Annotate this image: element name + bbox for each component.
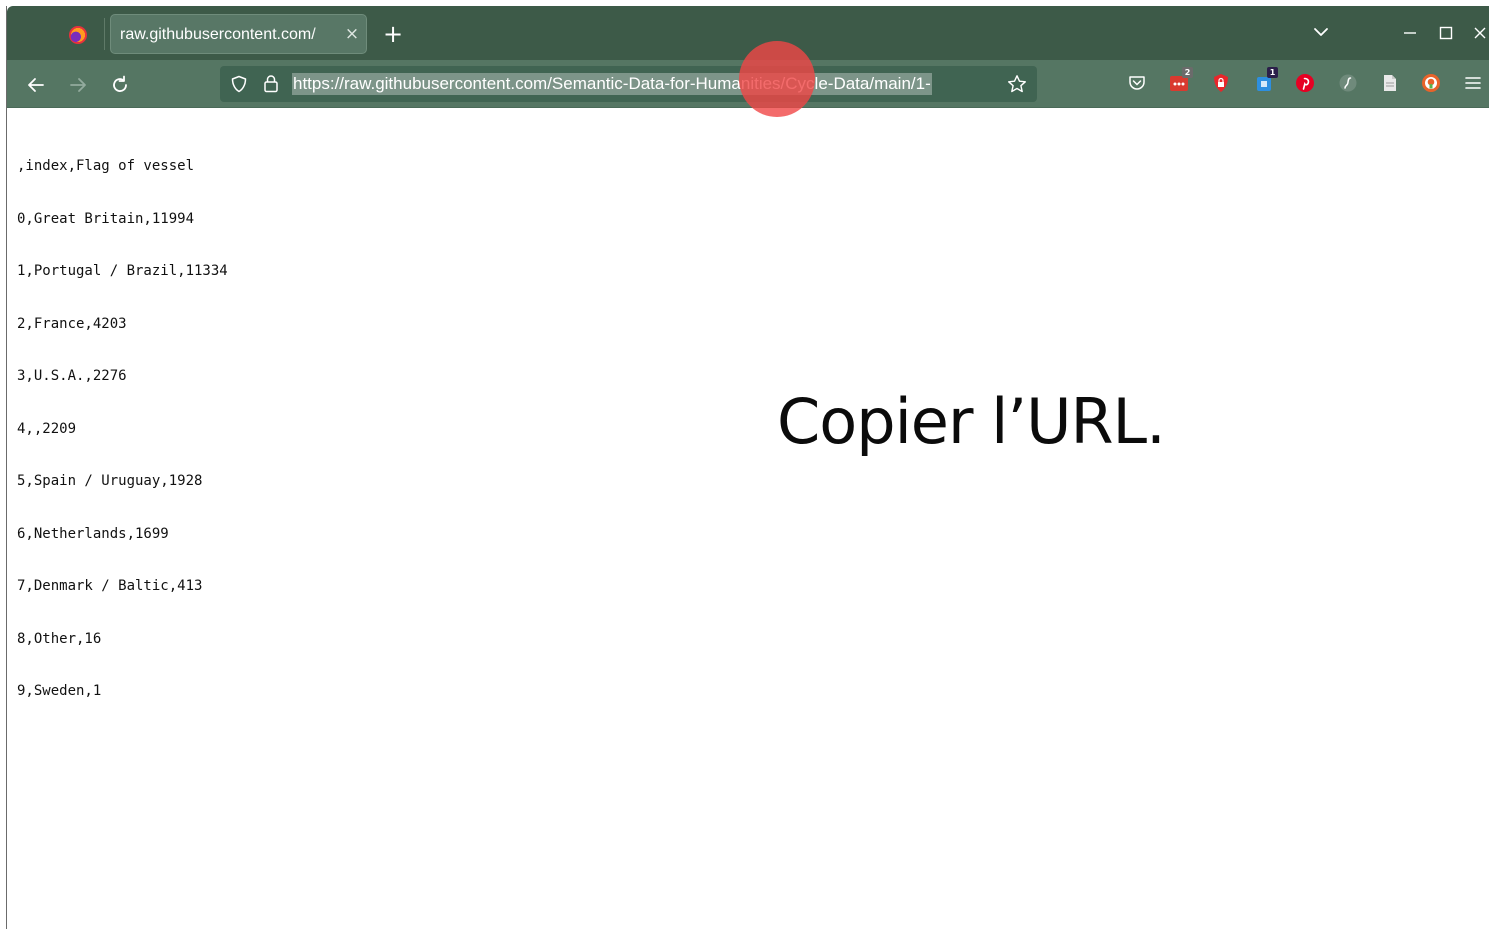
minimize-icon[interactable]	[1402, 25, 1418, 41]
bookmark-extension-icon[interactable]: 1	[1254, 67, 1278, 93]
url-text-container: https://raw.githubusercontent.com/Semant…	[292, 73, 1000, 97]
tab-title: raw.githubusercontent.com/	[120, 26, 316, 43]
maximize-icon[interactable]	[1438, 25, 1454, 41]
window-close-icon[interactable]	[1472, 25, 1488, 41]
shield-icon[interactable]	[230, 75, 248, 93]
pocket-icon[interactable]	[1127, 73, 1147, 93]
csv-line: 3,U.S.A.,2276	[17, 368, 127, 384]
lock-icon[interactable]	[263, 74, 279, 93]
csv-line: 9,Sweden,1	[17, 683, 102, 699]
browser-window: raw.githubusercontent.com/ × + https://r…	[6, 6, 1489, 929]
dots-extension-badge: 2	[1182, 67, 1193, 78]
bookmark-star-icon[interactable]	[1007, 74, 1027, 94]
script-extension-icon[interactable]	[1338, 73, 1358, 93]
reader-view-icon[interactable]	[1380, 73, 1400, 93]
lock-extension-icon[interactable]	[1211, 73, 1231, 93]
forward-arrow-icon[interactable]	[67, 74, 89, 96]
csv-line: ,index,Flag of vessel	[17, 158, 195, 174]
duckduckgo-icon[interactable]	[1421, 73, 1441, 93]
click-indicator	[739, 41, 815, 117]
csv-line: 4,,2209	[17, 420, 77, 437]
csv-line: 0,Great Britain,11994	[17, 210, 195, 227]
tab-close-icon[interactable]: ×	[342, 23, 362, 45]
pinterest-icon[interactable]	[1295, 73, 1315, 93]
new-tab-button[interactable]: +	[381, 21, 405, 47]
chevron-down-icon[interactable]	[1312, 23, 1330, 41]
firefox-icon[interactable]	[69, 26, 87, 44]
raw-csv-content: ,index,Flag of vessel 0,Great Britain,11…	[17, 123, 617, 736]
csv-line: 5,Spain / Uruguay,1928	[17, 473, 203, 489]
url-bar[interactable]: https://raw.githubusercontent.com/Semant…	[220, 66, 1037, 102]
tab-separator	[104, 18, 105, 50]
reload-icon[interactable]	[109, 74, 131, 96]
screen: raw.githubusercontent.com/ × + https://r…	[0, 0, 1489, 929]
csv-line: 7,Denmark / Baltic,413	[17, 578, 203, 594]
menu-icon[interactable]	[1463, 73, 1483, 93]
tutorial-caption: Copier l’URL.	[777, 385, 1166, 458]
tab-active[interactable]: raw.githubusercontent.com/ ×	[110, 14, 367, 54]
dots-extension-icon[interactable]: 2	[1169, 67, 1193, 93]
csv-line: 8,Other,16	[17, 630, 102, 647]
csv-line: 2,France,4203	[17, 315, 127, 332]
csv-line: 6,Netherlands,1699	[17, 525, 169, 542]
csv-line: 1,Portugal / Brazil,11334	[17, 263, 228, 279]
back-arrow-icon[interactable]	[25, 74, 47, 96]
tab-bar: raw.githubusercontent.com/ × +	[7, 6, 1489, 60]
bookmark-extension-badge: 1	[1267, 67, 1278, 78]
url-text[interactable]: https://raw.githubusercontent.com/Semant…	[292, 73, 932, 95]
